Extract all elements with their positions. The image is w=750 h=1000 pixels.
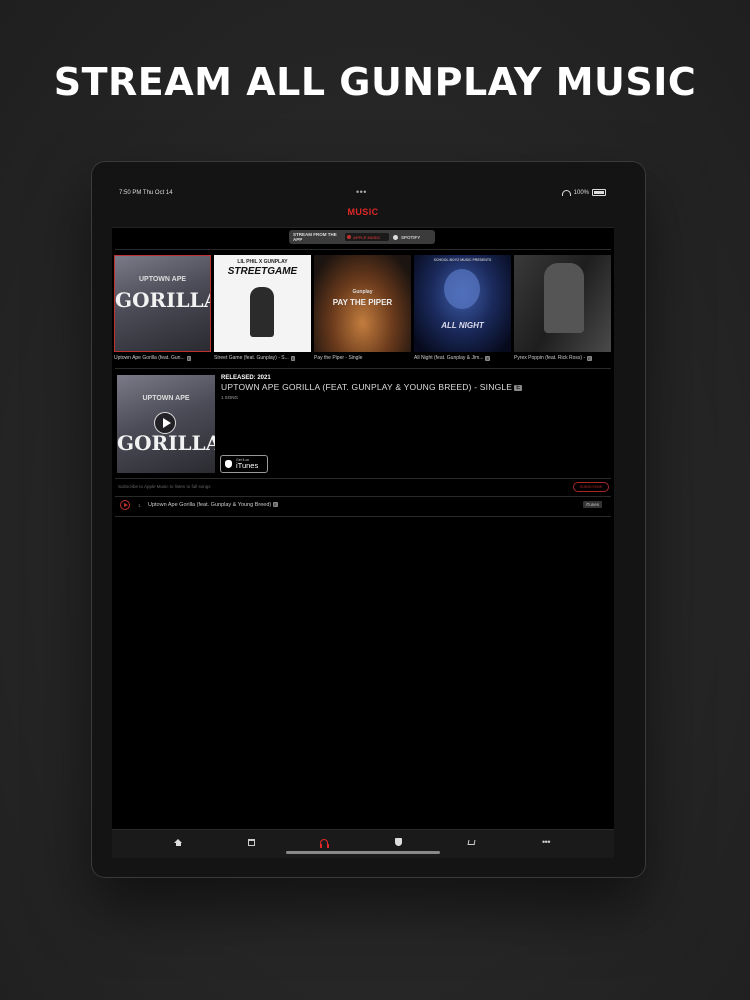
subscribe-button[interactable]: SUBSCRIBE: [573, 482, 609, 492]
album-caption-text: All Night (feat. Gunplay & Jim...: [414, 355, 484, 361]
album-caption-text: Uptown Ape Gorilla (feat. Gun...: [114, 355, 185, 361]
album-cover[interactable]: LIL PHIL X GUNPLAY STREETGAME: [214, 255, 311, 352]
tab-badge[interactable]: [392, 836, 404, 848]
stream-source-toggle: STREAM FROM THE APP APPLE MUSIC SPOTIFY: [289, 230, 435, 244]
mask-figure-icon: [444, 269, 480, 309]
cover-subtitle: UPTOWN APE: [142, 395, 190, 402]
cart-icon: [467, 839, 475, 845]
apple-music-label: APPLE MUSIC: [353, 234, 381, 240]
explicit-badge: E: [290, 355, 296, 361]
album-item[interactable]: SCHOOL BOYZ MUSIC PRESENTS ALL NIGHT All…: [414, 255, 511, 361]
song-count: 1 SONG: [221, 395, 239, 400]
status-time: 7:50 PM Thu Oct 14: [119, 190, 173, 196]
itunes-label: iTunes: [236, 461, 259, 470]
album-caption-text: Pyrex Poppin (feat. Rick Ross) -: [514, 355, 586, 361]
headline: STREAM ALL GUNPLAY MUSIC: [53, 60, 697, 104]
cover-subtitle: LIL PHIL X GUNPLAY: [237, 259, 288, 265]
album-caption: Pay the Piper - Single: [314, 355, 408, 361]
track-number: 1: [138, 503, 141, 508]
album-item[interactable]: Pyrex Poppin (feat. Rick Ross) -E: [514, 255, 611, 361]
explicit-badge: E: [273, 502, 278, 507]
cover-title: PAY THE PIPER: [332, 298, 393, 307]
page-title: MUSIC: [347, 207, 379, 217]
cover-title: GORILLA: [117, 431, 215, 455]
album-cover[interactable]: [514, 255, 611, 352]
artist-photo: [544, 263, 584, 333]
cover-subtitle: Gunplay: [352, 289, 373, 295]
cover-subtitle: UPTOWN APE: [138, 276, 187, 283]
cover-title: GORILLA: [115, 288, 211, 312]
battery-percent: 100%: [573, 189, 589, 196]
itunes-button[interactable]: Get it on iTunes: [220, 455, 268, 473]
subscribe-message: Subscribe to Apple Music to listen to fu…: [118, 484, 211, 489]
release-year: RELEASED: 2021: [221, 375, 271, 381]
track-row[interactable]: 1 Uptown Ape Gorilla (feat. Gunplay & Yo…: [112, 497, 614, 515]
app-screen: 7:50 PM Thu Oct 14 ••• 100% MUSIC STREAM…: [112, 185, 614, 858]
album-carousel: UPTOWN APE GORILLA Uptown Ape Gorilla (f…: [114, 255, 614, 365]
album-caption: Uptown Ape Gorilla (feat. Gun... E: [114, 355, 208, 361]
divider: [115, 249, 611, 250]
divider: [115, 516, 611, 517]
album-cover[interactable]: Gunplay PAY THE PIPER: [314, 255, 411, 352]
album-caption: Street Game (feat. Gunplay) - S... E: [214, 355, 308, 361]
album-title-text: UPTOWN APE GORILLA (FEAT. GUNPLAY & YOUN…: [221, 382, 513, 392]
explicit-badge: E: [186, 355, 192, 361]
stream-label: STREAM FROM THE APP: [293, 232, 337, 242]
home-icon: [174, 838, 182, 846]
album-item[interactable]: LIL PHIL X GUNPLAY STREETGAME Street Gam…: [214, 255, 311, 361]
divider: [115, 368, 611, 369]
tab-more[interactable]: •••: [540, 836, 552, 848]
track-itunes-button[interactable]: iTunes: [582, 501, 602, 508]
apple-music-icon: [347, 235, 351, 239]
album-caption: All Night (feat. Gunplay & Jim... E: [414, 355, 508, 361]
apple-music-option[interactable]: APPLE MUSIC: [345, 233, 389, 241]
album-caption-text: Street Game (feat. Gunplay) - S...: [214, 355, 289, 361]
home-indicator[interactable]: [286, 851, 440, 854]
spotify-option[interactable]: SPOTIFY: [393, 234, 421, 240]
album-item[interactable]: Gunplay PAY THE PIPER Pay the Piper - Si…: [314, 255, 411, 361]
explicit-badge: E: [514, 385, 523, 391]
track-name-text: Uptown Ape Gorilla (feat. Gunplay & Youn…: [148, 502, 272, 508]
subscribe-row: Subscribe to Apple Music to listen to fu…: [112, 480, 614, 494]
status-bar: 7:50 PM Thu Oct 14 ••• 100%: [112, 185, 614, 201]
play-icon[interactable]: [154, 412, 176, 434]
shield-icon: [394, 838, 402, 846]
spotify-icon: [393, 234, 398, 240]
album-caption: Pyrex Poppin (feat. Rick Ross) -E: [514, 355, 608, 361]
album-detail: UPTOWN APE GORILLA RELEASED: 2021 UPTOWN…: [112, 371, 614, 476]
cover-subtitle: SCHOOL BOYZ MUSIC PRESENTS: [433, 258, 492, 262]
spotify-label: SPOTIFY: [401, 234, 421, 240]
battery-icon: [592, 189, 606, 196]
track-name: Uptown Ape Gorilla (feat. Gunplay & Youn…: [148, 502, 278, 508]
tab-store[interactable]: [465, 836, 477, 848]
apple-logo-icon: [225, 460, 232, 468]
tab-home[interactable]: [172, 836, 184, 848]
divider: [115, 478, 611, 479]
album-title: UPTOWN APE GORILLA (FEAT. GUNPLAY & YOUN…: [221, 382, 523, 392]
itunes-button-text: Get it on iTunes: [236, 458, 259, 470]
album-cover[interactable]: SCHOOL BOYZ MUSIC PRESENTS ALL NIGHT: [414, 255, 511, 352]
more-icon: •••: [542, 836, 550, 847]
cover-title: STREETGAME: [227, 266, 298, 277]
nav-bar: MUSIC: [112, 201, 614, 228]
chess-knight-icon: [250, 287, 274, 337]
track-play-icon[interactable]: [120, 500, 130, 510]
explicit-badge: E: [587, 355, 592, 361]
multitask-dots[interactable]: •••: [356, 187, 367, 197]
calendar-icon: [247, 838, 255, 846]
cover-title: ALL NIGHT: [441, 321, 484, 330]
album-caption-text: Pay the Piper - Single: [314, 355, 363, 361]
explicit-badge: E: [485, 355, 491, 361]
tab-music[interactable]: [318, 836, 330, 848]
album-item[interactable]: UPTOWN APE GORILLA Uptown Ape Gorilla (f…: [114, 255, 211, 361]
tab-events[interactable]: [245, 836, 257, 848]
status-right: 100%: [561, 189, 606, 196]
wifi-icon: [561, 189, 571, 196]
headphones-icon: [319, 839, 329, 848]
detail-album-cover[interactable]: UPTOWN APE GORILLA: [117, 375, 215, 473]
album-cover[interactable]: UPTOWN APE GORILLA: [114, 255, 211, 352]
